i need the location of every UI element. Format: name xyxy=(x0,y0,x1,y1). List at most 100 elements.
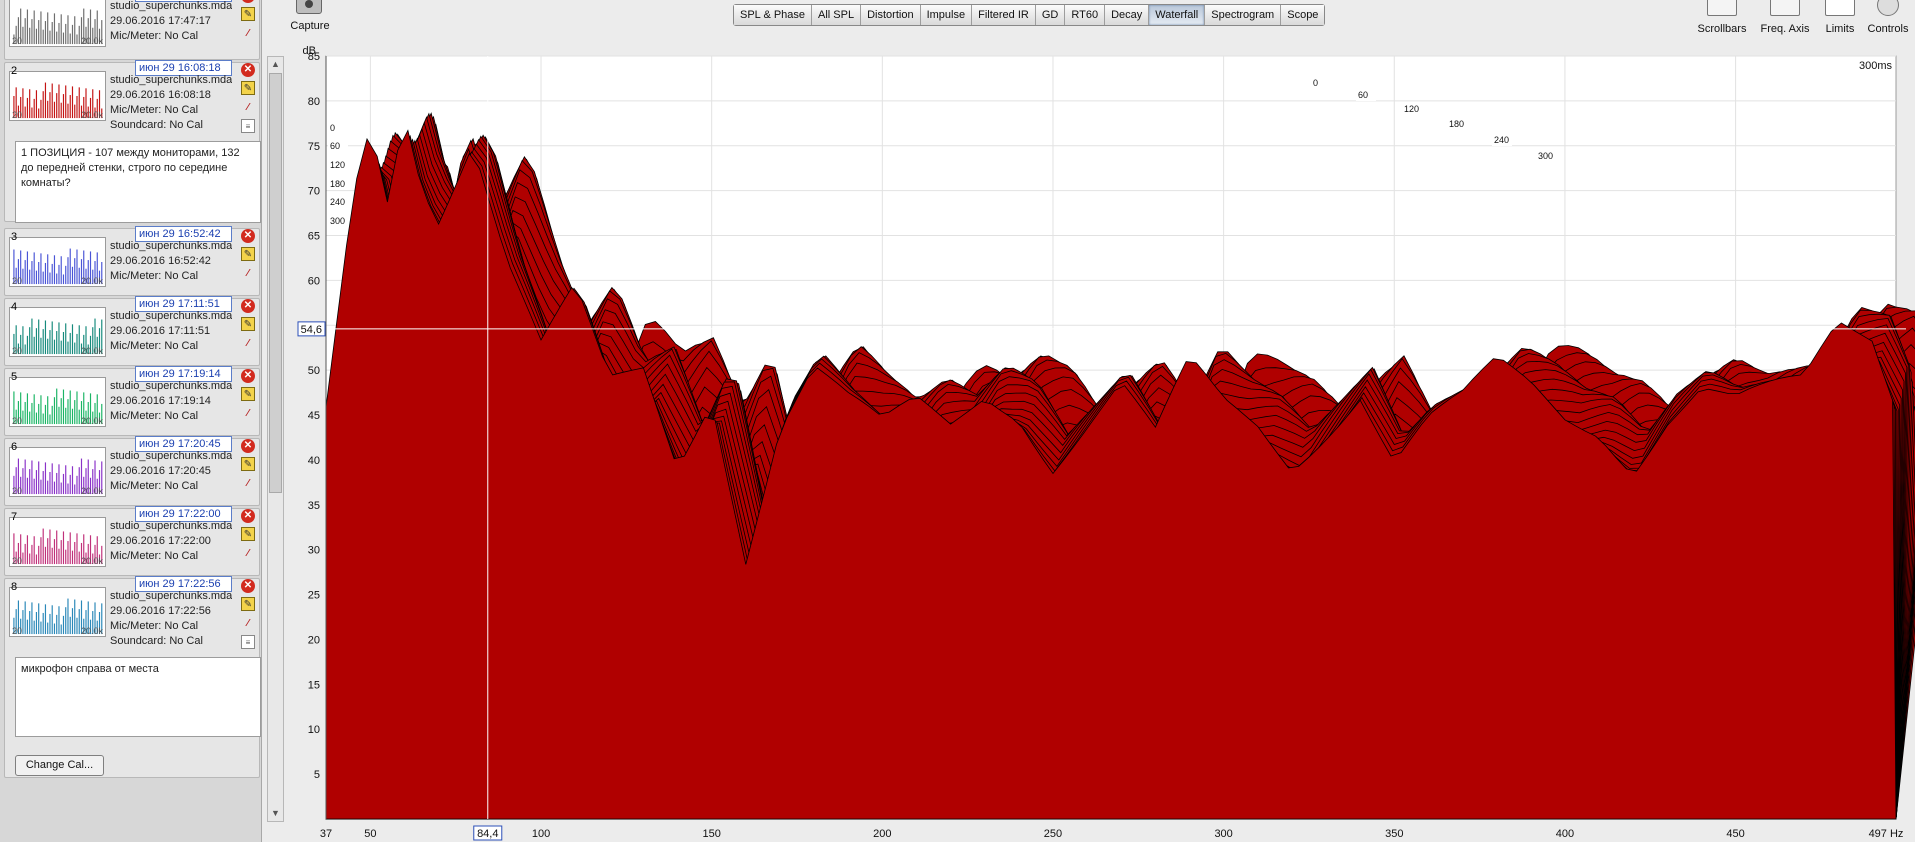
edit-info-icon[interactable]: ✎ xyxy=(241,527,255,541)
notes-icon[interactable]: ≡ xyxy=(241,635,255,649)
delete-measurement-icon[interactable]: ✕ xyxy=(241,229,255,243)
thumb-low-freq: 20 xyxy=(12,416,23,426)
edit-info-icon[interactable]: ✎ xyxy=(241,247,255,261)
measurement-thumbnail[interactable]: 20 20.0k xyxy=(9,517,106,567)
edit-info-icon[interactable]: ✎ xyxy=(241,387,255,401)
x-tick-label: 300 xyxy=(1214,828,1232,840)
tab-decay[interactable]: Decay xyxy=(1105,5,1150,25)
y-tick-label: 50 xyxy=(308,365,320,377)
scroll-up-arrow[interactable]: ▲ xyxy=(268,57,283,72)
measurement-item[interactable]: 20 20.0k 5 июн 29 17:19:14 ✕ studio_supe… xyxy=(4,366,260,436)
delete-measurement-icon[interactable]: ✕ xyxy=(241,299,255,313)
delete-measurement-icon[interactable]: ✕ xyxy=(241,579,255,593)
measurement-timestamp: 29.06.2016 17:20:45 xyxy=(110,465,211,477)
cursor-y-readout: 54,6 xyxy=(301,324,322,336)
y-tick-label: 10 xyxy=(308,724,320,736)
measurement-details: studio_superchunks.mdat 29.06.2016 17:22… xyxy=(110,519,232,564)
scrollbars-button[interactable]: Scrollbars xyxy=(1689,0,1755,38)
edit-info-icon[interactable]: ✎ xyxy=(241,457,255,471)
delete-measurement-icon[interactable]: ✕ xyxy=(241,63,255,77)
tab-filtered-ir[interactable]: Filtered IR xyxy=(972,5,1036,25)
gear-icon xyxy=(1877,0,1899,16)
measurement-notes[interactable]: 1 ПОЗИЦИЯ - 107 между мониторами, 132 до… xyxy=(15,141,261,223)
measurement-number: 8 xyxy=(11,581,18,593)
measurement-notes[interactable]: микрофон справа от места xyxy=(15,657,261,737)
measurement-thumbnail[interactable]: 20 20.0k xyxy=(9,447,106,497)
measurement-timestamp: 29.06.2016 17:11:51 xyxy=(110,325,211,337)
edit-info-icon[interactable]: ✎ xyxy=(241,7,255,21)
tab-spl-phase[interactable]: SPL & Phase xyxy=(734,5,813,25)
x-tick-label: 200 xyxy=(873,828,891,840)
tab-all-spl[interactable]: All SPL xyxy=(812,5,862,25)
controls-button[interactable]: Controls xyxy=(1858,0,1915,38)
x-tick-label: 497 Hz xyxy=(1869,828,1904,840)
measurement-number: 6 xyxy=(11,441,18,453)
measurement-file: studio_superchunks.mdat xyxy=(110,310,232,322)
waterfall-chart[interactable]: 858075706560555045403530252015105dB37501… xyxy=(296,44,1915,842)
notes-icon[interactable]: ≡ xyxy=(241,119,255,133)
measurement-thumbnail[interactable]: 20 20.0k xyxy=(9,307,106,357)
delete-measurement-icon[interactable]: ✕ xyxy=(241,439,255,453)
tab-impulse[interactable]: Impulse xyxy=(920,5,973,25)
capture-label: Capture xyxy=(290,20,330,32)
line-color-icon[interactable]: ⁄ xyxy=(241,407,255,421)
scroll-down-arrow[interactable]: ▼ xyxy=(268,806,283,821)
line-color-icon[interactable]: ⁄ xyxy=(241,617,255,631)
tab-spectrogram[interactable]: Spectrogram xyxy=(1205,5,1282,25)
delete-measurement-icon[interactable]: ✕ xyxy=(241,0,255,3)
depth-left-label: 60 xyxy=(330,141,340,151)
line-color-icon[interactable]: ⁄ xyxy=(241,337,255,351)
measurement-thumbnail[interactable]: 20 20.0k xyxy=(9,377,106,427)
line-color-icon[interactable]: ⁄ xyxy=(241,267,255,281)
measurement-number: 3 xyxy=(11,231,18,243)
tab-rt60[interactable]: RT60 xyxy=(1065,5,1106,25)
depth-right-label: 60 xyxy=(1358,90,1368,100)
measurement-thumbnail[interactable]: 20 20.0k xyxy=(9,71,106,121)
tab-waterfall[interactable]: Waterfall xyxy=(1149,5,1206,25)
measurement-item[interactable]: 20 20.0k 4 июн 29 17:11:51 ✕ studio_supe… xyxy=(4,296,260,366)
edit-info-icon[interactable]: ✎ xyxy=(241,81,255,95)
tab-distortion[interactable]: Distortion xyxy=(861,5,921,25)
measurement-item[interactable]: 20 20.0k 3 июн 29 16:52:42 ✕ studio_supe… xyxy=(4,226,260,296)
measurement-item[interactable]: 20 20.0k 6 июн 29 17:20:45 ✕ studio_supe… xyxy=(4,436,260,506)
measurement-item[interactable]: 20 20.0k 8 июн 29 17:22:56 ✕ studio_supe… xyxy=(4,576,261,778)
limits-icon xyxy=(1825,0,1855,16)
x-tick-label: 150 xyxy=(702,828,720,840)
measurement-item[interactable]: 20 20.0k 7 июн 29 17:22:00 ✕ studio_supe… xyxy=(4,506,260,576)
line-color-icon[interactable]: ⁄ xyxy=(241,27,255,41)
measurement-thumbnail[interactable]: 20 20.0k xyxy=(9,0,106,47)
delete-measurement-icon[interactable]: ✕ xyxy=(241,369,255,383)
measurement-thumbnail[interactable]: 20 20.0k xyxy=(9,587,106,637)
measurement-thumbnail[interactable]: 20 20.0k xyxy=(9,237,106,287)
y-tick-label: 75 xyxy=(308,141,320,153)
capture-button[interactable]: Capture xyxy=(288,0,332,36)
measurement-mic-cal: Mic/Meter: No Cal xyxy=(110,410,199,422)
line-color-icon[interactable]: ⁄ xyxy=(241,101,255,115)
scroll-thumb[interactable] xyxy=(269,73,282,493)
thumb-low-freq: 20 xyxy=(12,486,23,496)
edit-info-icon[interactable]: ✎ xyxy=(241,597,255,611)
measurement-item[interactable]: 20 20.0k 1 июн 29 17:47:17 ✕ studio_supe… xyxy=(4,0,260,60)
measurement-details: studio_superchunks.mdat 29.06.2016 16:52… xyxy=(110,239,232,284)
y-tick-label: 45 xyxy=(308,410,320,422)
measurement-item[interactable]: 20 20.0k 2 июн 29 16:08:18 ✕ studio_supe… xyxy=(4,60,261,254)
line-color-icon[interactable]: ⁄ xyxy=(241,477,255,491)
depth-right-label: 180 xyxy=(1449,119,1464,129)
measurement-number: 2 xyxy=(11,65,18,77)
depth-left-label: 120 xyxy=(330,160,345,170)
line-color-icon[interactable]: ⁄ xyxy=(241,547,255,561)
y-tick-label: 20 xyxy=(308,634,320,646)
thumb-high-freq: 20.0k xyxy=(80,36,103,46)
measurement-details: studio_superchunks.mdat 29.06.2016 17:20… xyxy=(110,449,232,494)
delete-measurement-icon[interactable]: ✕ xyxy=(241,509,255,523)
thumb-low-freq: 20 xyxy=(12,36,23,46)
measurement-file: studio_superchunks.mdat xyxy=(110,450,232,462)
x-tick-label: 100 xyxy=(532,828,550,840)
waterfall-plot[interactable]: 858075706560555045403530252015105dB37501… xyxy=(296,44,1915,842)
measurements-scrollbar[interactable]: ▲ ▼ xyxy=(267,56,284,822)
measurement-number: 1 xyxy=(11,0,17,3)
change-cal-button[interactable]: Change Cal... xyxy=(15,755,104,776)
edit-info-icon[interactable]: ✎ xyxy=(241,317,255,331)
tab-scope[interactable]: Scope xyxy=(1281,5,1325,25)
tab-gd[interactable]: GD xyxy=(1035,5,1066,25)
